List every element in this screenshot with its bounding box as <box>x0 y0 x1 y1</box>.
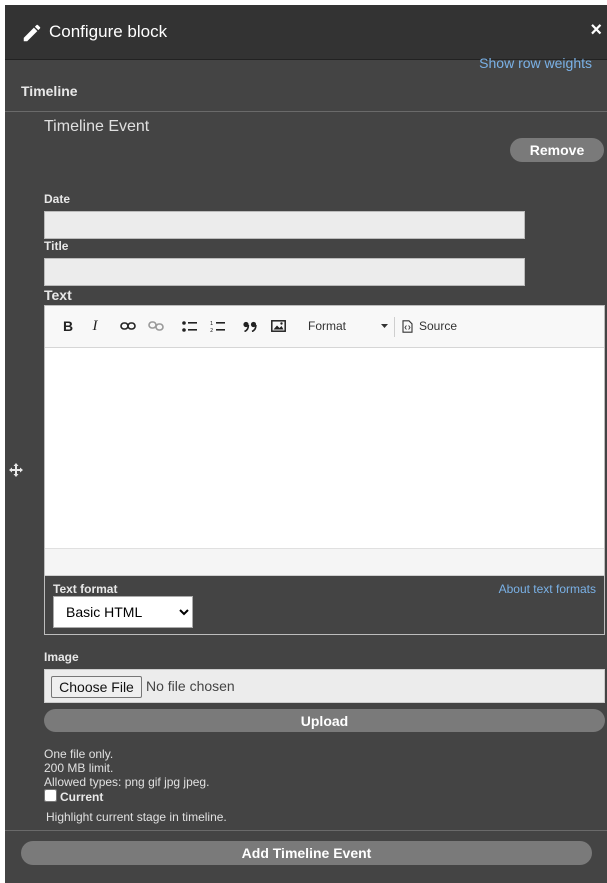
no-file-text: No file chosen <box>146 678 235 694</box>
source-icon <box>402 319 413 333</box>
title-input[interactable] <box>44 258 525 286</box>
editor-toolbar: B I 1 2 Format Source <box>45 306 604 348</box>
bold-icon[interactable]: B <box>60 316 76 336</box>
date-label: Date <box>44 192 71 206</box>
current-label: Current <box>60 790 104 804</box>
add-timeline-event-button[interactable]: Add Timeline Event <box>21 841 592 865</box>
link-icon[interactable] <box>119 316 137 336</box>
source-button[interactable]: Source <box>402 316 462 336</box>
upload-button[interactable]: Upload <box>44 709 605 732</box>
image-label: Image <box>44 650 79 664</box>
help-text: 200 MB limit. <box>44 761 114 775</box>
editor-path-bar <box>45 549 604 576</box>
text-format-label: Text format <box>53 582 118 596</box>
numbered-list-icon[interactable]: 1 2 <box>208 316 226 336</box>
current-checkbox[interactable] <box>44 789 57 802</box>
timeline-event-title: Timeline Event <box>44 118 150 135</box>
image-icon[interactable] <box>269 316 287 336</box>
dialog-titlebar: Configure block × <box>5 5 607 60</box>
current-description: Highlight current stage in timeline. <box>46 810 227 824</box>
title-label: Title <box>44 239 69 253</box>
pencil-icon <box>23 24 41 42</box>
text-format-select[interactable]: Basic HTML <box>53 596 193 628</box>
svg-text:2: 2 <box>210 328 213 333</box>
help-text: One file only. <box>44 747 114 761</box>
file-input: Choose File No file chosen <box>44 669 605 703</box>
toolbar-separator <box>394 317 395 337</box>
divider <box>5 111 607 112</box>
move-icon[interactable] <box>8 462 24 478</box>
blockquote-icon[interactable] <box>241 316 259 336</box>
source-label: Source <box>419 319 458 333</box>
chevron-down-icon <box>381 324 388 328</box>
remove-button[interactable]: Remove <box>510 138 604 162</box>
text-editor: B I 1 2 Format Source Text format About … <box>44 305 605 635</box>
bulleted-list-icon[interactable] <box>180 316 198 336</box>
editor-content-area[interactable] <box>45 348 604 549</box>
italic-icon[interactable]: I <box>87 316 103 336</box>
help-text: Allowed types: png gif jpg jpeg. <box>44 775 210 789</box>
choose-file-button[interactable]: Choose File <box>51 676 142 698</box>
section-title: Timeline <box>21 83 78 99</box>
dialog-title: Configure block <box>49 22 168 41</box>
date-input[interactable] <box>44 211 525 239</box>
format-dropdown[interactable]: Format <box>308 316 388 336</box>
close-icon[interactable]: × <box>590 19 602 42</box>
svg-text:1: 1 <box>210 321 213 327</box>
text-label: Text <box>44 287 72 303</box>
show-row-weights-link[interactable]: Show row weights <box>479 55 592 71</box>
about-text-formats-link[interactable]: About text formats <box>499 582 596 596</box>
format-label: Format <box>308 319 347 333</box>
divider <box>5 830 607 831</box>
configure-block-dialog: Configure block × Show row weights Timel… <box>5 5 607 883</box>
unlink-icon[interactable] <box>147 316 165 336</box>
